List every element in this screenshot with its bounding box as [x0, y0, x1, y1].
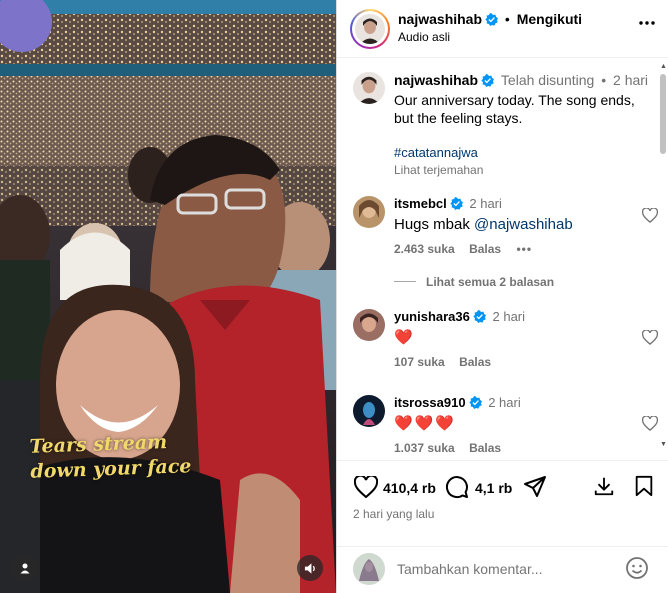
- comment-like-heart-icon[interactable]: [642, 208, 658, 223]
- share-paper-plane-icon[interactable]: [523, 475, 547, 499]
- comment-mention[interactable]: @najwashihab: [474, 216, 573, 233]
- comment-item: itsmebcl 2 hari Hugs mbak @najwashihab 2…: [353, 196, 658, 296]
- scrollbar-thumb[interactable]: [660, 74, 666, 154]
- header-separator: •: [504, 11, 510, 27]
- replies-divider: [394, 281, 416, 282]
- add-comment-input[interactable]: [397, 559, 617, 579]
- caption-separator: •: [601, 72, 607, 88]
- like-count[interactable]: 410,4 rb: [383, 480, 436, 496]
- comment-username[interactable]: itsrossa910: [394, 395, 466, 410]
- caption-text: Our anniversary today. The song ends, bu…: [394, 92, 635, 126]
- caption-time[interactable]: 2 hari: [613, 72, 648, 88]
- comment-username[interactable]: itsmebcl: [394, 196, 447, 211]
- save-bookmark-icon[interactable]: [634, 475, 654, 497]
- comment-avatar[interactable]: [353, 196, 385, 228]
- concert-scene-image: [0, 0, 336, 593]
- comments-list[interactable]: najwashihab Telah disunting • 2 hari Our…: [337, 59, 668, 459]
- avatar: [355, 14, 385, 44]
- comment-item: itsrossa910 2 hari ❤️❤️❤️ 1.037 suka Bal…: [353, 395, 658, 459]
- like-heart-icon[interactable]: [354, 476, 378, 498]
- speaker-icon: [304, 562, 315, 574]
- post-video[interactable]: Tears stream down your face: [0, 0, 336, 593]
- verified-badge-icon: [485, 13, 499, 26]
- comment-text: ❤️: [394, 329, 413, 346]
- comment-username[interactable]: yunishara36: [394, 309, 470, 324]
- comment-like-heart-icon[interactable]: [642, 330, 658, 345]
- reply-button[interactable]: Balas: [459, 355, 491, 369]
- comment-like-count[interactable]: 107 suka: [394, 355, 445, 369]
- audio-label[interactable]: Audio asli: [398, 30, 450, 44]
- comment-text: Hugs mbak: [394, 216, 475, 233]
- comment-like-count[interactable]: 2.463 suka: [394, 242, 455, 256]
- more-horizontal-icon[interactable]: [639, 21, 655, 25]
- reply-button[interactable]: Balas: [469, 242, 501, 256]
- mute-toggle-button[interactable]: [297, 555, 323, 581]
- post-header: najwashihab • Mengikuti Audio asli: [337, 0, 668, 58]
- comments-scrollbar[interactable]: ▲ ▼: [660, 63, 667, 448]
- current-user-avatar: [353, 553, 385, 585]
- verified-badge-icon: [450, 197, 463, 210]
- video-overlay-caption: Tears stream down your face: [29, 429, 192, 485]
- post-detail-panel: najwashihab • Mengikuti Audio asli najwa…: [336, 0, 668, 593]
- comment-count[interactable]: 4,1 rb: [475, 480, 512, 496]
- comment-item: yunishara36 2 hari ❤️ 107 suka Balas: [353, 309, 658, 379]
- edited-label: Telah disunting: [500, 72, 595, 88]
- caption-username[interactable]: najwashihab: [394, 72, 478, 88]
- scroll-down-arrow-icon[interactable]: ▼: [660, 441, 667, 448]
- comment-options-icon[interactable]: •••: [516, 242, 532, 256]
- see-translation-link[interactable]: Lihat terjemahan: [394, 163, 483, 177]
- comment-icon[interactable]: [445, 475, 469, 499]
- comment-text: ❤️❤️❤️: [394, 415, 457, 432]
- comment-avatar[interactable]: [353, 309, 385, 341]
- add-comment-bar: [337, 546, 668, 593]
- verified-badge-icon: [473, 310, 486, 323]
- emoji-icon[interactable]: [625, 556, 649, 580]
- reply-button[interactable]: Balas: [469, 441, 501, 455]
- verified-badge-icon: [481, 74, 495, 87]
- verified-badge-icon: [468, 396, 482, 409]
- comment-time[interactable]: 2 hari: [488, 395, 521, 410]
- comment-avatar[interactable]: [353, 395, 385, 427]
- story-ring[interactable]: [350, 9, 390, 49]
- download-icon[interactable]: [593, 475, 615, 497]
- person-icon: [20, 563, 30, 574]
- tagged-people-button[interactable]: [12, 555, 38, 581]
- comment-time[interactable]: 2 hari: [493, 309, 526, 324]
- comment-like-count[interactable]: 1.037 suka: [394, 441, 455, 455]
- view-replies-link[interactable]: Lihat semua 2 balasan: [426, 275, 554, 289]
- caption-avatar[interactable]: [353, 72, 385, 104]
- comment-time[interactable]: 2 hari: [469, 196, 502, 211]
- follow-status-button[interactable]: Mengikuti: [517, 11, 582, 27]
- scroll-up-arrow-icon[interactable]: ▲: [660, 63, 667, 70]
- post-timestamp[interactable]: 2 hari yang lalu: [353, 507, 434, 521]
- comment-like-heart-icon[interactable]: [642, 416, 658, 431]
- header-username[interactable]: najwashihab: [398, 11, 482, 27]
- post-actions: 410,4 rb 4,1 rb 2 hari yang lalu: [337, 460, 668, 593]
- caption-hashtag[interactable]: #catatannajwa: [394, 145, 478, 160]
